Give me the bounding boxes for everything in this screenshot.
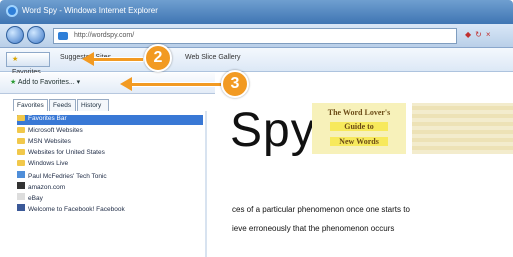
favorites-star-icon: ★ bbox=[12, 56, 19, 63]
favorites-list-item-label: Windows Live bbox=[28, 160, 69, 167]
back-button[interactable] bbox=[6, 26, 24, 44]
favorites-list-item[interactable]: Favorites Bar bbox=[17, 115, 203, 125]
favorites-list-item-label: Websites for United States bbox=[28, 149, 105, 156]
address-text: http://wordspy.com/ bbox=[74, 32, 135, 39]
ebay-icon bbox=[17, 193, 25, 200]
add-favorite-icon: ★ bbox=[10, 79, 17, 86]
callout-number-3: 3 bbox=[221, 70, 249, 98]
favorites-list-item-label: eBay bbox=[28, 195, 43, 202]
callout-number-2: 2 bbox=[144, 44, 172, 72]
web-slice-gallery-link[interactable]: Web Slice Gallery bbox=[185, 54, 241, 61]
internet-explorer-icon bbox=[6, 5, 18, 17]
favorites-list-item[interactable]: Paul McFedries' Tech Tonic bbox=[17, 171, 107, 181]
window-title-bar: Word Spy - Windows Internet Explorer bbox=[0, 0, 513, 24]
page-icon bbox=[58, 32, 68, 40]
callout-arrow-2-head bbox=[82, 52, 94, 66]
article-text-line: ieve erroneously that the phenomenon occ… bbox=[232, 224, 395, 233]
folder-icon bbox=[17, 115, 25, 122]
favorites-list-item[interactable]: Welcome to Facebook! Facebook bbox=[17, 204, 125, 214]
address-input[interactable]: http://wordspy.com/ bbox=[53, 28, 457, 44]
window-title: Word Spy - Windows Internet Explorer bbox=[22, 6, 158, 15]
folder-icon bbox=[17, 127, 25, 134]
address-bar: http://wordspy.com/ ◆↻× bbox=[0, 24, 513, 48]
address-bar-icons[interactable]: ◆↻× bbox=[465, 30, 505, 42]
favorites-list-item-label: Microsoft Websites bbox=[28, 127, 83, 134]
favorites-list-item[interactable]: Microsoft Websites bbox=[17, 127, 83, 137]
favorites-list-item[interactable]: amazon.com bbox=[17, 182, 65, 192]
favorites-list-item-label: Paul McFedries' Tech Tonic bbox=[28, 173, 107, 180]
favorites-button[interactable]: ★ Favorites bbox=[6, 52, 50, 76]
add-to-favorites-button[interactable]: ★ Add to Favorites... ▾ bbox=[10, 78, 80, 86]
favorites-list-item-label: MSN Websites bbox=[28, 138, 71, 145]
favorites-list-item[interactable]: Windows Live bbox=[17, 160, 68, 170]
add-to-favorites-label: Add to Favorites... bbox=[17, 79, 75, 86]
favorites-list-item[interactable]: MSN Websites bbox=[17, 138, 71, 148]
favorites-list-item[interactable]: Websites for United States bbox=[17, 149, 105, 159]
favorites-toolbar: ★ Favorites Suggested Sites Web Slice Ga… bbox=[0, 48, 513, 76]
callout-arrow-3-head bbox=[120, 77, 132, 91]
favorites-list-item-label: amazon.com bbox=[28, 184, 66, 191]
folder-icon bbox=[17, 138, 25, 145]
tagline-line: The Word Lover's bbox=[327, 108, 391, 117]
folder-icon bbox=[17, 160, 25, 167]
callout-arrow-2-line bbox=[92, 57, 144, 62]
favorites-list-panel: Favorites Bar Microsoft Websites MSN Web… bbox=[13, 111, 207, 257]
tagline-box: The Word Lover's Guide to New Words bbox=[312, 103, 406, 154]
tagline-line: New Words bbox=[330, 137, 388, 146]
wordspy-logo: Spy bbox=[230, 104, 316, 157]
favorites-list-item-label: Favorites Bar bbox=[28, 115, 67, 122]
web-page-icon bbox=[17, 171, 25, 178]
forward-button[interactable] bbox=[27, 26, 45, 44]
amazon-icon bbox=[17, 182, 25, 189]
dropdown-arrow-icon: ▾ bbox=[76, 79, 81, 86]
folder-icon bbox=[17, 149, 25, 156]
tagline-line: Guide to bbox=[330, 122, 388, 131]
callout-arrow-3-line bbox=[130, 82, 222, 87]
favorites-list-item[interactable]: eBay bbox=[17, 193, 43, 203]
page-header-pattern bbox=[412, 103, 513, 154]
facebook-icon bbox=[17, 204, 25, 211]
article-text-line: ces of a particular phenomenon once one … bbox=[232, 205, 410, 214]
favorites-list-item-label: Welcome to Facebook! Facebook bbox=[28, 206, 125, 213]
